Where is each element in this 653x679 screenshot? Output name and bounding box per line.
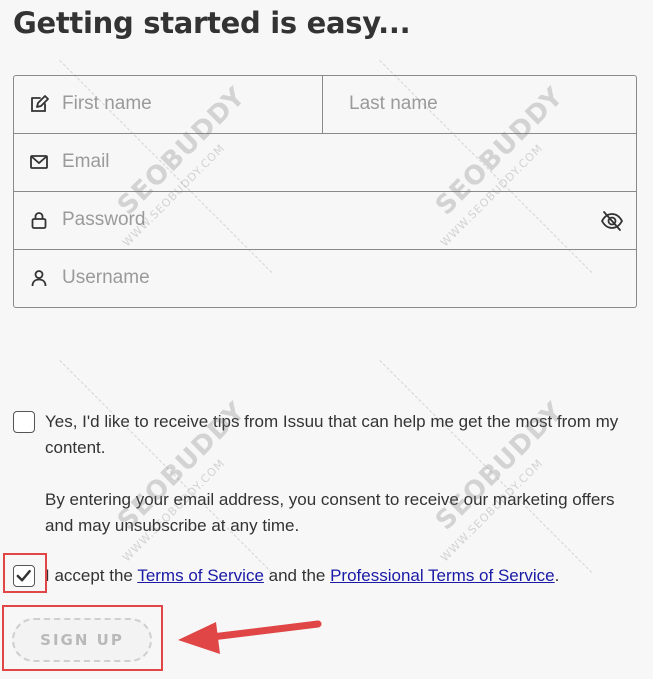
professional-terms-link[interactable]: Professional Terms of Service	[330, 566, 555, 585]
envelope-icon	[30, 155, 48, 169]
password-row	[14, 192, 636, 250]
terms-middle: and the	[263, 566, 331, 585]
tips-text-block: Yes, I'd like to receive tips from Issuu…	[45, 409, 645, 539]
annotation-arrow-icon	[178, 620, 322, 654]
tips-label: Yes, I'd like to receive tips from Issuu…	[45, 412, 619, 457]
page-title: Getting started is easy...	[13, 6, 411, 40]
email-row	[14, 134, 636, 192]
email-field[interactable]	[62, 148, 622, 176]
signup-page: Getting started is easy... First name La…	[0, 0, 653, 679]
field-divider	[322, 76, 323, 133]
terms-suffix: .	[554, 566, 560, 585]
eye-slash-icon[interactable]	[600, 209, 624, 233]
name-row	[14, 76, 636, 134]
username-field[interactable]	[62, 264, 622, 292]
sign-up-button[interactable]: SIGN UP	[12, 618, 152, 662]
consent-text: By entering your email address, you cons…	[45, 490, 615, 535]
annotation-highlight-checkbox	[3, 553, 47, 593]
terms-prefix: I accept the	[45, 566, 138, 585]
password-field[interactable]	[62, 206, 582, 234]
edit-pencil-icon	[31, 95, 49, 112]
last-name-field[interactable]	[349, 90, 619, 118]
terms-of-service-link[interactable]: Terms of Service	[137, 566, 264, 585]
user-icon	[31, 270, 47, 287]
username-row	[14, 250, 636, 307]
lock-icon	[31, 212, 47, 229]
first-name-field[interactable]	[62, 90, 312, 118]
terms-label: I accept the Terms of Service and the Pr…	[45, 563, 645, 589]
signup-form	[13, 75, 637, 308]
tips-checkbox[interactable]	[13, 411, 35, 433]
